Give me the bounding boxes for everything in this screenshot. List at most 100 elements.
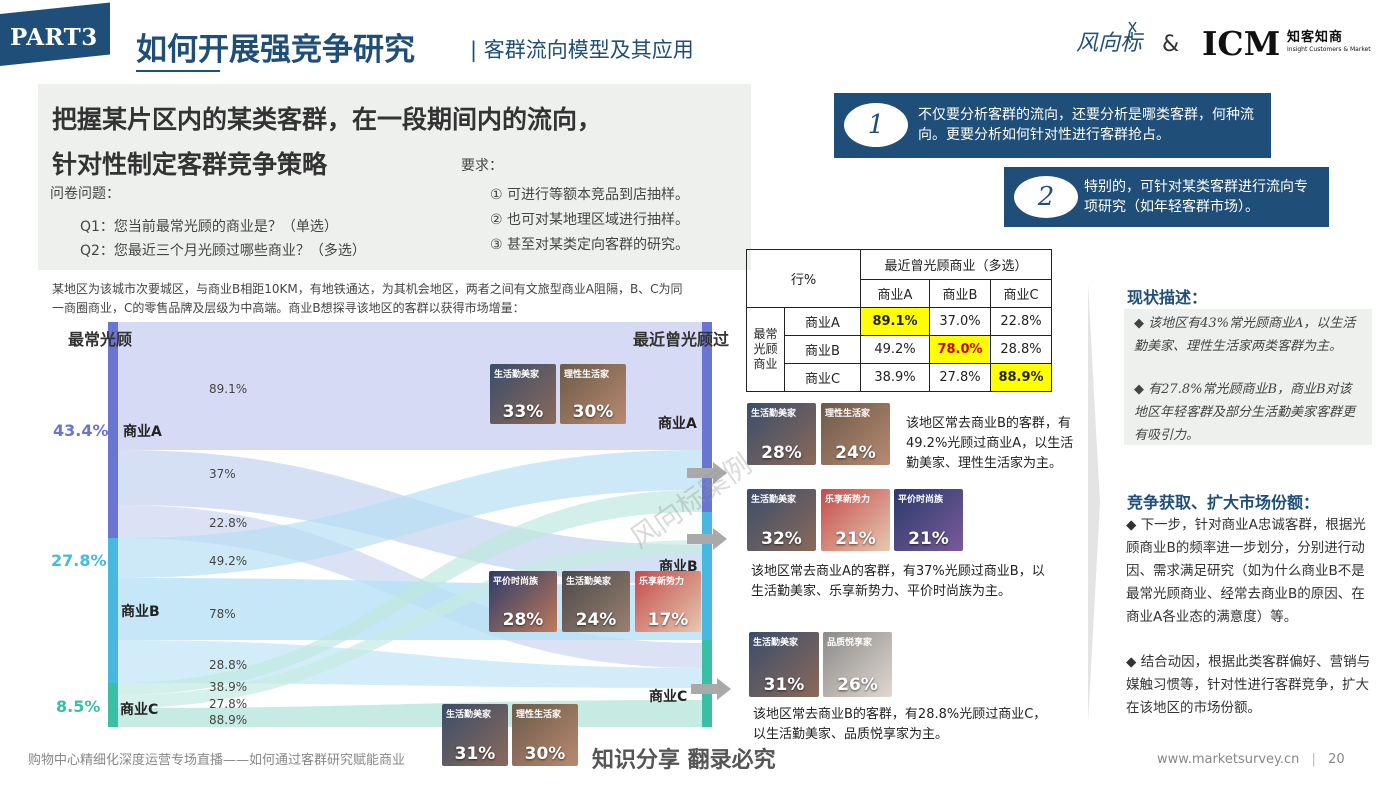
description-2: 该地区常去商业A的客群，有37%光顾过商业B，以生活勤美家、乐享新势力、平价时尚… (751, 564, 1045, 599)
footer-url-text: www.marketsurvey.cn (1157, 752, 1300, 767)
crosstab-table: 行% 最近曾光顾商业（多选） 商业A 商业B 商业C 最常光顾商业 商业A 89… (746, 249, 1052, 392)
table-cell: 27.8% (929, 363, 991, 392)
photo-b-2: 生活勤美家 24% (562, 571, 630, 632)
sankey-right-title: 最近曾光顾过 (633, 330, 730, 349)
footer-divider: | (1311, 752, 1316, 767)
photo-tag: 理性生活家 (516, 710, 562, 720)
photo-pct: 26% (837, 675, 878, 695)
photo-pct: 21% (835, 529, 876, 549)
status-item-1: ◆ 该地区有43%常光顾商业A，以生活勤美家、理性生活家两类客群为主。 (1134, 312, 1364, 358)
page-number: 20 (1328, 752, 1345, 767)
table-row-header: 商业C (784, 363, 861, 392)
diamond-icon: ◆ (1126, 517, 1141, 533)
photo-pct: 32% (761, 529, 802, 549)
left-share-a: 43.4% (53, 421, 109, 440)
table-col-header: 商业C (990, 279, 1052, 308)
photo-pct: 33% (502, 402, 544, 422)
photo-r1-2: 理性生活家 24% (821, 403, 890, 465)
photo-tag: 生活勤美家 (751, 409, 797, 419)
photo-pct: 24% (835, 443, 876, 463)
diamond-icon: ◆ (1126, 654, 1141, 670)
photo-pct: 21% (908, 529, 949, 549)
arrow-right-icon (691, 678, 731, 700)
photo-tag: 平价时尚族 (493, 577, 539, 587)
compete-item-2: ◆ 结合动因，根据此类客群偏好、营销与媒触习惯等，针对性进行客群竞争，扩大在该地… (1126, 651, 1376, 720)
diamond-icon: ◆ (1134, 316, 1149, 331)
photo-pct: 24% (575, 610, 617, 630)
table-cell: 88.9% (990, 363, 1052, 392)
photo-a-1: 生活勤美家 33% (490, 364, 556, 424)
photo-tag: 生活勤美家 (753, 638, 799, 648)
compete-item-text: 下一步，针对商业A忠诚客群，根据光顾商业B的频率进一步划分，分别进行动因、需求满… (1126, 517, 1366, 625)
table-cell: 37.0% (929, 307, 991, 336)
right-node-label-a: 商业A (658, 416, 697, 432)
flow-label-b-c: 28.8% (209, 658, 248, 672)
table-col-header: 商业B (929, 279, 991, 308)
photo-tag: 生活勤美家 (751, 495, 797, 505)
photo-a-2: 理性生活家 30% (560, 364, 626, 424)
photo-tag: 理性生活家 (564, 370, 610, 380)
photo-tag: 品质悦享家 (827, 638, 873, 648)
table-cell: 28.8% (990, 335, 1052, 364)
flow-label-a-b: 37% (209, 467, 236, 481)
photo-r2-1: 生活勤美家 32% (747, 489, 816, 551)
photo-tag: 理性生活家 (825, 409, 871, 419)
photo-b-3: 乐享新势力 17% (635, 571, 701, 632)
photo-pct: 28% (761, 443, 802, 463)
separator-chevron (1088, 283, 1100, 723)
photo-c-2: 理性生活家 30% (512, 704, 578, 766)
photo-r3-1: 生活勤美家 31% (749, 632, 819, 697)
status-item-2: ◆ 有27.8%常光顾商业B，商业B对该地区年轻客群及部分生活勤美家客群更有吸引… (1134, 378, 1364, 447)
photo-r3-2: 品质悦享家 26% (823, 632, 892, 697)
arrow-right-icon (687, 528, 727, 550)
photo-tag: 生活勤美家 (494, 370, 540, 380)
photo-c-1: 生活勤美家 31% (442, 704, 508, 766)
table-cell: 89.1% (860, 307, 930, 336)
flow-label-c-b: 27.8% (209, 697, 248, 711)
table-col-group: 最近曾光顾商业（多选） (860, 249, 1052, 280)
table-cell: 49.2% (860, 335, 930, 364)
table-cell: 78.0% (929, 335, 991, 364)
left-node-label-c: 商业C (120, 702, 159, 718)
table-cell: 38.9% (860, 363, 930, 392)
photo-tag: 生活勤美家 (446, 710, 492, 720)
photo-r2-3: 平价时尚族 21% (894, 489, 963, 551)
left-node-label-b: 商业B (121, 604, 160, 620)
left-node-b (108, 538, 118, 683)
compete-item-text: 结合动因，根据此类客群偏好、营销与媒触习惯等，针对性进行客群竞争，扩大在该地区的… (1126, 654, 1371, 716)
flow-label-c-a: 38.9% (209, 680, 248, 694)
photo-b-1: 平价时尚族 28% (489, 571, 557, 632)
flow-label-c-c: 88.9% (209, 713, 248, 727)
photo-tag: 乐享新势力 (639, 577, 685, 587)
status-title: 现状描述： (1127, 288, 1208, 307)
status-item-text: 有27.8%常光顾商业B，商业B对该地区年轻客群及部分生活勤美家客群更有吸引力。 (1134, 382, 1356, 443)
table-row-header: 商业B (784, 335, 861, 364)
flow-label-b-b: 78% (209, 607, 236, 621)
right-node-label-c: 商业C (649, 689, 688, 705)
diamond-icon: ◆ (1134, 382, 1149, 397)
compete-item-1: ◆ 下一步，针对商业A忠诚客群，根据光顾商业B的频率进一步划分，分别进行动因、需… (1126, 514, 1376, 629)
footer-notice: 知识分享 翻录必究 (592, 748, 776, 773)
photo-pct: 17% (647, 610, 689, 630)
flow-label-a-a: 89.1% (209, 382, 248, 396)
sankey-left-title: 最常光顾 (68, 330, 133, 349)
left-share-c: 8.5% (56, 697, 101, 716)
footer-caption: 购物中心精细化深度运营专场直播——如何通过客群研究赋能商业 (28, 753, 406, 768)
footer-url: www.marketsurvey.cn | 20 (1157, 752, 1345, 767)
left-node-c (108, 683, 118, 727)
table-col-header: 商业A (860, 279, 930, 308)
photo-tag: 乐享新势力 (825, 495, 871, 505)
photo-pct: 28% (502, 610, 544, 630)
compete-title: 竞争获取、扩大市场份额： (1127, 493, 1320, 512)
description-1: 该地区常去商业B的客群，有49.2%光顾过商业A，以生活勤美家、理性生活家为主。 (906, 416, 1074, 471)
flow-label-b-a: 49.2% (209, 554, 248, 568)
photo-r1-1: 生活勤美家 28% (747, 403, 816, 465)
description-3: 该地区常去商业B的客群，有28.8%光顾过商业C，以生活勤美家、品质悦享家为主。 (753, 707, 1047, 742)
photo-pct: 31% (454, 744, 496, 764)
photo-pct: 31% (763, 675, 805, 695)
status-item-text: 该地区有43%常光顾商业A，以生活勤美家、理性生活家两类客群为主。 (1134, 316, 1356, 354)
flow-c-c (118, 700, 702, 727)
left-share-b: 27.8% (51, 551, 107, 570)
table-row-header: 商业A (784, 307, 861, 336)
photo-r2-2: 乐享新势力 21% (821, 489, 890, 551)
